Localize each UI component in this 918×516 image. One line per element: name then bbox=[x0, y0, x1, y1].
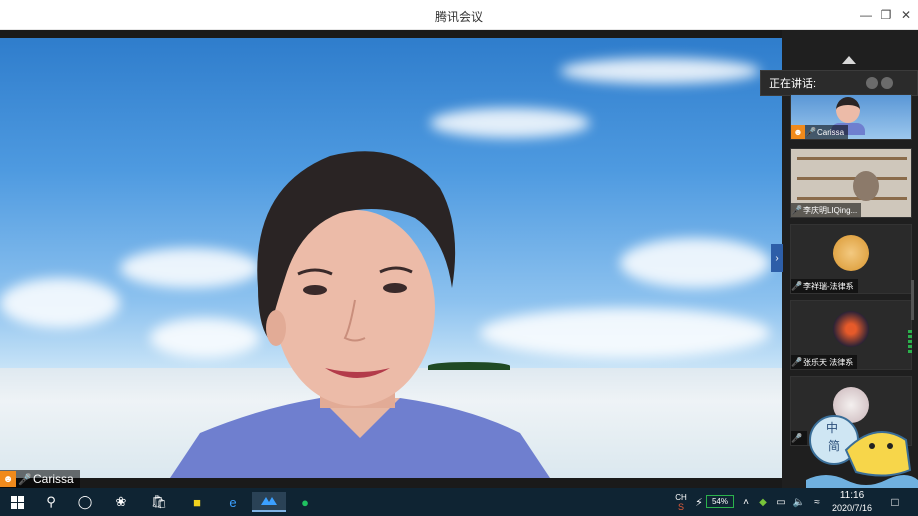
avatar bbox=[833, 235, 869, 271]
tile-person bbox=[853, 171, 879, 201]
store-icon[interactable]: 🛍 bbox=[148, 492, 170, 512]
user-icon: ☻ bbox=[0, 471, 16, 487]
participant-name: 张乐天 法律系 bbox=[803, 357, 854, 367]
edge-icon[interactable]: e bbox=[222, 492, 244, 512]
clock-date: 2020/7/16 bbox=[831, 503, 873, 513]
security-icon[interactable]: ◆ bbox=[756, 488, 770, 516]
wechat-icon[interactable]: ● bbox=[294, 492, 316, 512]
avatar bbox=[881, 77, 894, 89]
microphone-icon: 🎤 bbox=[805, 126, 817, 137]
scroll-up-icon[interactable] bbox=[842, 56, 856, 64]
tile-label: 🎤 张乐天 法律系 bbox=[791, 355, 858, 369]
microphone-icon: 🎤 bbox=[18, 473, 32, 486]
window-title: 腾讯会议 bbox=[434, 10, 483, 24]
input-language[interactable]: CH S bbox=[674, 488, 688, 516]
speaking-label: 正在讲话: bbox=[769, 78, 817, 90]
participant-tile[interactable]: 🎤 张乐天 法律系 bbox=[790, 300, 912, 370]
participant-tile[interactable]: 🎤 李祥瑞-法律系 bbox=[790, 224, 912, 294]
speaker-video-person bbox=[170, 151, 550, 478]
language-label: CH bbox=[675, 492, 687, 502]
fan-app-icon[interactable]: ❀ bbox=[110, 492, 132, 512]
mascot-watermark: 中 简 bbox=[806, 415, 918, 488]
windows-start-icon[interactable] bbox=[6, 492, 28, 512]
speaking-avatars bbox=[866, 77, 894, 89]
svg-text:中: 中 bbox=[826, 420, 838, 435]
plug-icon: ⚡ bbox=[695, 496, 703, 509]
system-clock[interactable]: 11:16 2020/7/16 bbox=[830, 490, 874, 514]
chevron-up-icon[interactable]: ˄ bbox=[740, 488, 752, 516]
panel-scrollbar[interactable] bbox=[911, 280, 914, 320]
sticky-notes-icon[interactable]: ■ bbox=[186, 492, 208, 512]
participant-name: 李祥瑞-法律系 bbox=[803, 281, 854, 291]
microphone-icon: 🎤 bbox=[791, 280, 803, 291]
participant-name: Carissa bbox=[817, 127, 845, 137]
clock-time: 11:16 bbox=[839, 490, 865, 501]
tencent-meeting-icon[interactable] bbox=[252, 492, 286, 512]
title-bar: 腾讯会议 — ❐ ✕ bbox=[0, 0, 918, 30]
notification-icon[interactable]: □ bbox=[884, 488, 906, 516]
ime-icon: S bbox=[677, 501, 684, 512]
avatar bbox=[866, 77, 879, 89]
tile-label: 🎤 李祥瑞-法律系 bbox=[791, 279, 858, 293]
avatar bbox=[833, 311, 869, 347]
microphone-icon: 🎤 bbox=[791, 432, 803, 443]
main-speaker-tag: ☻ 🎤 Carissa bbox=[0, 470, 80, 488]
participant-tile[interactable]: 🎤 李庆明LIQing... bbox=[790, 148, 912, 218]
restore-icon[interactable]: ❐ bbox=[876, 5, 896, 25]
speaking-indicator: 正在讲话: bbox=[760, 70, 918, 96]
app-root: 腾讯会议 — ❐ ✕ ☻ 🎤 Carissa 正在讲话: ☻ 🎤 Carissa… bbox=[0, 0, 918, 516]
microphone-icon: 🎤 bbox=[791, 204, 803, 215]
tile-label: 🎤 李庆明LIQing... bbox=[791, 203, 862, 217]
main-speaker-name: Carissa bbox=[33, 472, 74, 486]
svg-text:简: 简 bbox=[828, 439, 840, 453]
minimize-icon[interactable]: — bbox=[856, 5, 876, 25]
wifi-icon[interactable]: ≈ bbox=[810, 488, 824, 516]
cortana-icon[interactable]: ◯ bbox=[74, 492, 96, 512]
participant-tile[interactable]: ☻ 🎤 Carissa bbox=[790, 94, 912, 140]
participant-name: 李庆明LIQing... bbox=[803, 205, 858, 215]
close-icon[interactable]: ✕ bbox=[896, 5, 916, 25]
battery-indicator[interactable]: 54% bbox=[706, 495, 734, 508]
main-video[interactable] bbox=[0, 38, 782, 478]
battery-percent: 54% bbox=[711, 497, 728, 506]
tile-label: ☻ 🎤 Carissa bbox=[791, 125, 849, 139]
user-icon: ☻ bbox=[791, 125, 805, 139]
battery-icon[interactable]: ▭ bbox=[774, 488, 788, 516]
collapse-panel-button[interactable]: › bbox=[771, 244, 783, 272]
microphone-icon: 🎤 bbox=[791, 356, 803, 367]
volume-level-indicator bbox=[908, 330, 912, 370]
search-icon[interactable]: ⚲ bbox=[40, 492, 62, 512]
volume-icon[interactable]: 🔈 bbox=[792, 488, 806, 516]
tile-label: 🎤 bbox=[791, 431, 807, 445]
windows-taskbar: ⚲ ◯ ❀ 🛍 ■ e ● CH S ⚡ 54% ˄ ◆ ▭ 🔈 ≈ 11:16… bbox=[0, 488, 918, 516]
